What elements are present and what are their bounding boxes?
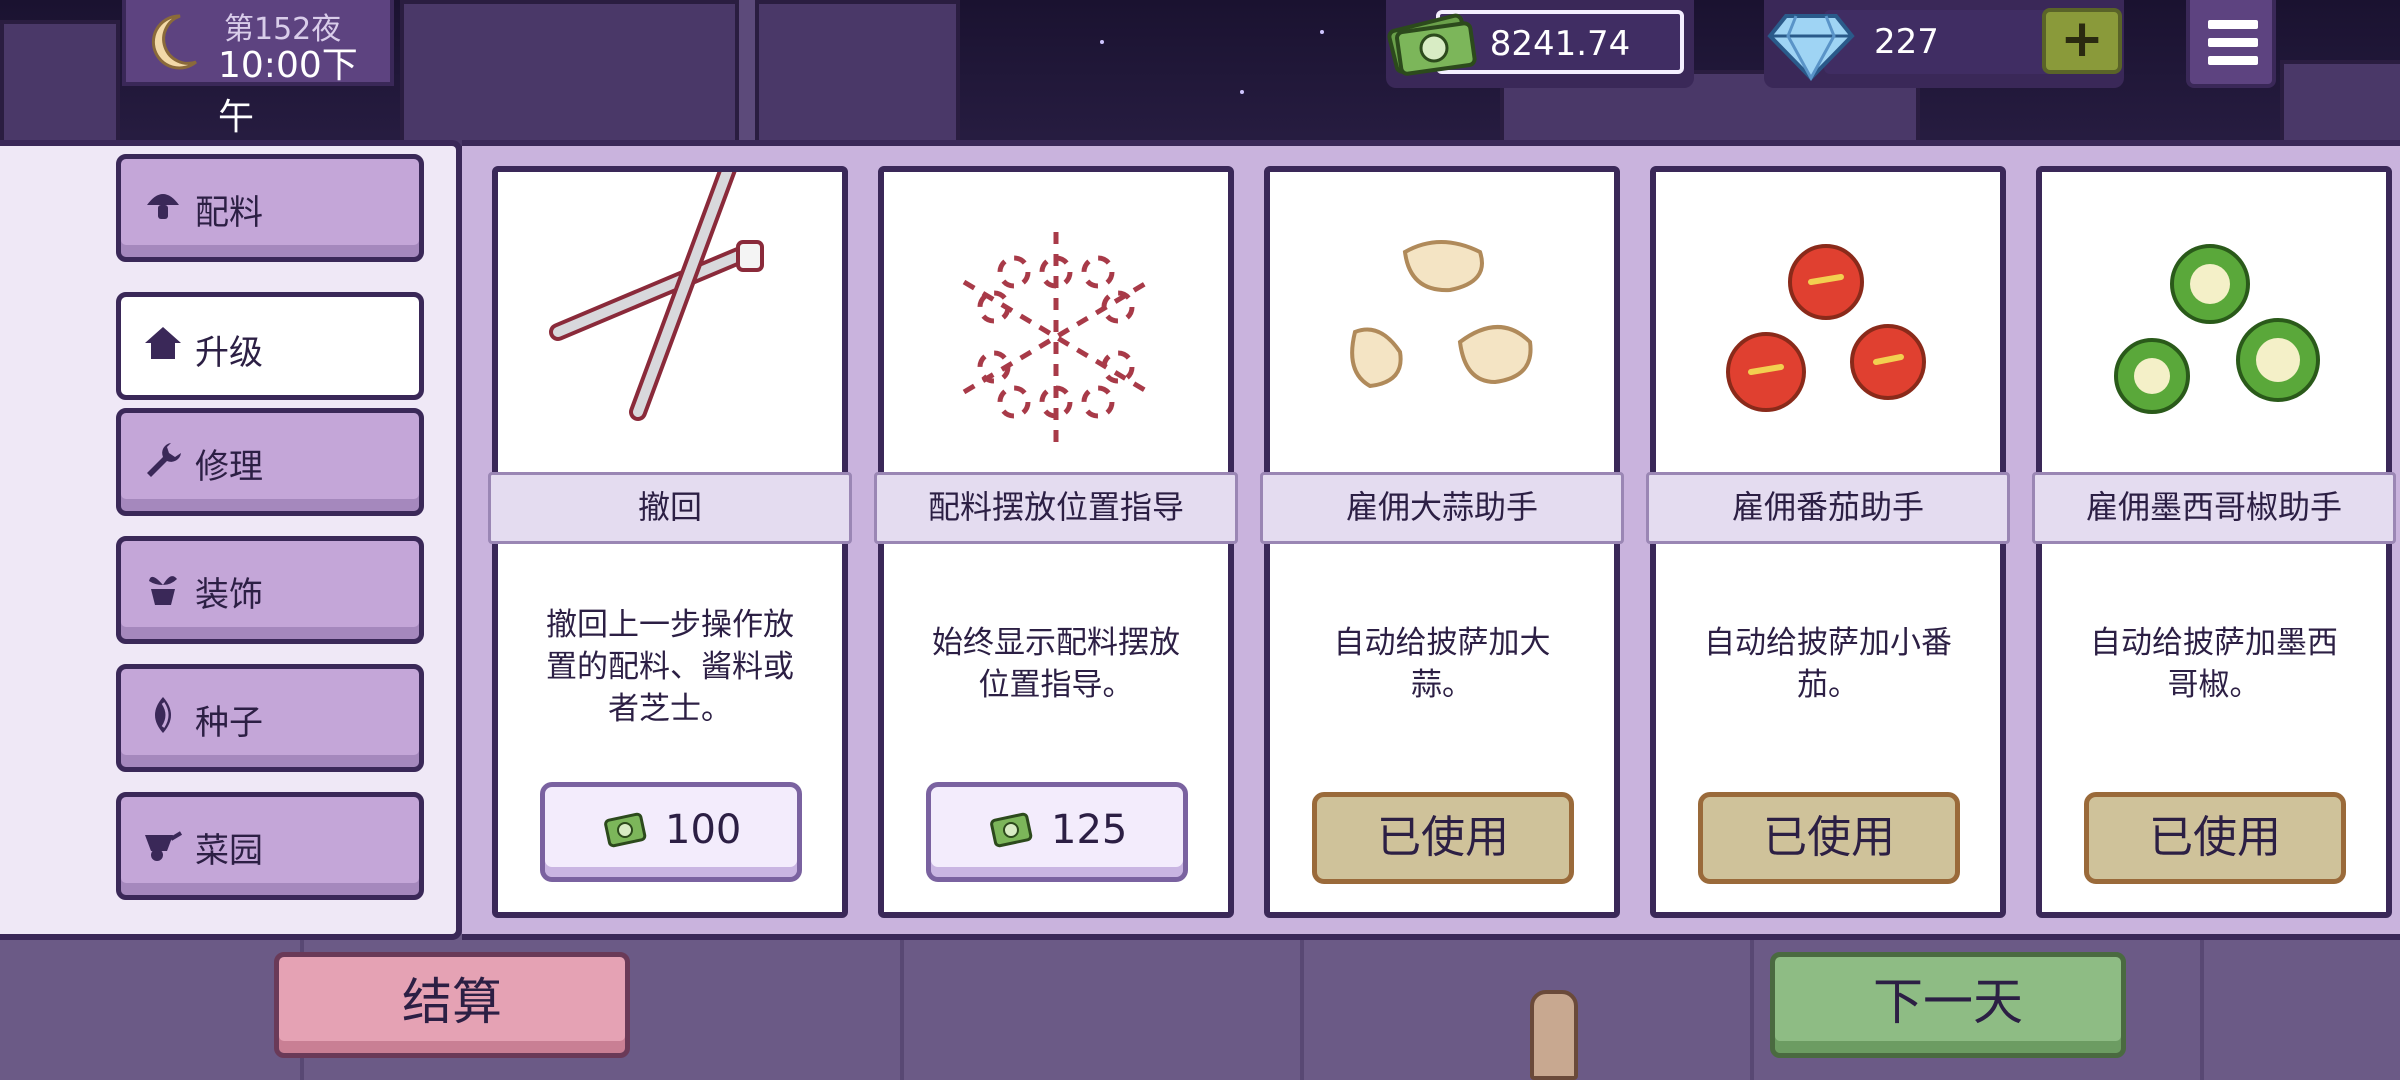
card-description: 自动给披萨加大蒜。 — [1333, 625, 1551, 703]
sidewalk-line — [1300, 930, 1304, 1080]
tomato-icon — [1726, 244, 1926, 412]
garlic-icon — [1350, 240, 1533, 389]
star — [1100, 40, 1104, 44]
buy-undo-button[interactable]: 100 — [540, 782, 802, 882]
jalapeno-icon — [2114, 244, 2320, 414]
card-title: 撤回 — [488, 472, 852, 544]
cash-icon — [604, 812, 647, 848]
card-description: 撤回上一步操作放置的配料、酱料或者芝士。 — [546, 607, 794, 727]
cash-icon — [990, 812, 1033, 848]
sidebar-item-label: 升级 — [195, 333, 263, 373]
card-title: 雇佣大蒜助手 — [1260, 472, 1624, 544]
used-status-button[interactable]: 已使用 — [2084, 792, 2346, 884]
card-description: 始终显示配料摆放位置指导。 — [932, 625, 1180, 703]
menu-bar — [2208, 56, 2258, 65]
sidebar-item-toppings[interactable]: 配料 — [116, 154, 424, 262]
pillar — [735, 0, 759, 140]
upgrade-card-garlic-helper: 雇佣大蒜助手 自动给披萨加大蒜。 已使用 — [1260, 166, 1624, 918]
price-label: 100 — [665, 807, 742, 853]
fire-hydrant — [1530, 990, 1578, 1080]
card-description: 自动给披萨加小番茄。 — [1704, 625, 1952, 703]
category-sidebar: 配料 升级 修理 装饰 种子 菜园 — [0, 140, 462, 940]
card-title: 雇佣番茄助手 — [1646, 472, 2010, 544]
sidebar-item-upgrades[interactable]: 升级 — [116, 292, 424, 400]
upgrade-card-tomato-helper: 雇佣番茄助手 自动给披萨加小番茄。 已使用 — [1646, 166, 2010, 918]
sidebar-item-label: 装饰 — [195, 575, 263, 615]
placement-guide-icon — [962, 232, 1150, 442]
clock-time: 10:00下午 — [218, 45, 358, 138]
day-time-panel: 第152夜 10:00下午 — [122, 0, 394, 138]
wrench-icon — [147, 443, 181, 477]
sidebar-item-decor[interactable]: 装饰 — [116, 536, 424, 644]
used-status-button[interactable]: 已使用 — [1698, 792, 1960, 884]
diamond-icon — [1767, 14, 1855, 82]
price-label: 125 — [1051, 807, 1128, 853]
sidebar-item-label: 菜园 — [195, 831, 263, 871]
sidewalk-line — [900, 930, 904, 1080]
cash-icon — [1387, 13, 1477, 76]
card-title: 雇佣墨西哥椒助手 — [2032, 472, 2396, 544]
sidebar-item-repair[interactable]: 修理 — [116, 408, 424, 516]
seed-icon — [155, 697, 171, 733]
gem-field: 227 — [1824, 10, 2054, 74]
moon-icon — [151, 14, 197, 70]
sidebar-item-label: 修理 — [195, 447, 263, 487]
buy-placement-guide-button[interactable]: 125 — [926, 782, 1188, 882]
hamburger-menu-icon[interactable] — [2186, 0, 2276, 88]
sidebar-item-garden[interactable]: 菜园 — [116, 792, 424, 900]
sidebar-item-label: 配料 — [195, 193, 263, 233]
building — [400, 0, 960, 150]
money-panel: 8241.74 — [1386, 0, 1694, 88]
wheelbarrow-icon — [145, 831, 183, 861]
mushroom-icon — [147, 194, 179, 219]
settle-button[interactable]: 结算 — [274, 952, 630, 1058]
tongs-icon — [549, 172, 764, 421]
upgrade-card-jalapeno-helper: 雇佣墨西哥椒助手 自动给披萨加墨西哥椒。 已使用 — [2032, 166, 2396, 918]
sidebar-item-label: 种子 — [195, 703, 263, 743]
sidewalk-line — [2200, 930, 2204, 1080]
menu-bar — [2208, 38, 2258, 47]
sidebar-item-seeds[interactable]: 种子 — [116, 664, 424, 772]
upgrade-card-placement-guide: 配料摆放位置指导 始终显示配料摆放位置指导。 125 — [874, 166, 1238, 918]
upgrades-panel: 撤回 撤回上一步操作放置的配料、酱料或者芝士。 100 配料摆放位置指导 始终显… — [462, 140, 2400, 940]
card-title: 配料摆放位置指导 — [874, 472, 1238, 544]
menu-bar — [2208, 20, 2258, 29]
used-status-button[interactable]: 已使用 — [1312, 792, 1574, 884]
star — [1320, 30, 1324, 34]
card-description: 自动给披萨加墨西哥椒。 — [2090, 625, 2338, 703]
add-gems-button[interactable]: + — [2042, 8, 2122, 74]
gem-panel: 227 + — [1764, 0, 2124, 88]
house-icon — [145, 327, 181, 359]
gem-value: 227 — [1874, 22, 1939, 62]
building — [0, 20, 120, 160]
sidewalk-line — [1750, 930, 1754, 1080]
next-day-button[interactable]: 下一天 — [1770, 952, 2126, 1058]
potted-plant-icon — [149, 576, 177, 605]
upgrade-card-undo: 撤回 撤回上一步操作放置的配料、酱料或者芝士。 100 — [488, 166, 852, 918]
star — [1240, 90, 1244, 94]
